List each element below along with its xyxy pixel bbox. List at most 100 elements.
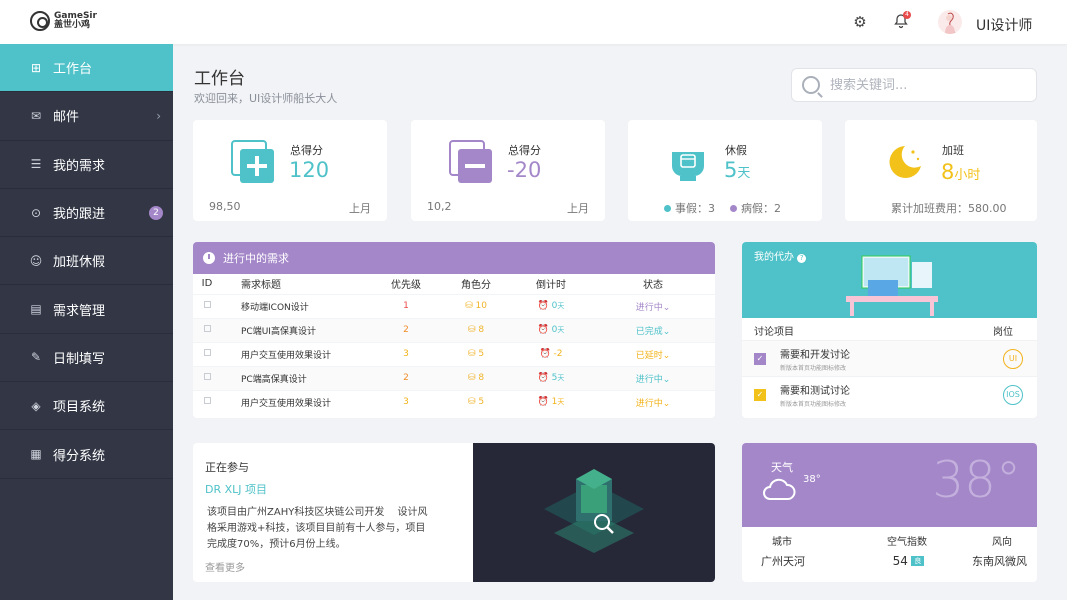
sidebar-item-2[interactable]: ☰ 我的需求 [0, 141, 173, 189]
table-row[interactable]: 用户交互使用效果设计 3 ⛁ 5 ⏰ -2 已延时⌄ [193, 341, 715, 366]
user-search-icon: ☺ [29, 253, 43, 268]
username[interactable]: UI设计师 [976, 15, 1032, 35]
sidebar-item-label: 我的跟进 [53, 207, 106, 223]
col-wind: 风向 [992, 537, 1012, 548]
row-checkbox[interactable] [193, 365, 221, 390]
delegate-columns: 讨论项目 岗位 [742, 318, 1037, 340]
clock-icon [203, 252, 215, 264]
row-countdown: ⏰ 0天 [511, 317, 591, 342]
row-status[interactable]: 进行中⌄ [591, 389, 715, 414]
row-status[interactable]: 进行中⌄ [591, 365, 715, 390]
search-box[interactable] [791, 68, 1037, 102]
chevron-down-icon: ⌄ [662, 374, 671, 385]
weather-label: 天气 [771, 461, 793, 474]
coin-icon: ⛁ [465, 301, 473, 311]
row-countdown: ⏰ 1天 [511, 389, 591, 414]
sidebar-item-label: 我的需求 [53, 158, 106, 174]
coin-icon: ⛁ [467, 397, 476, 408]
plus-square-icon [231, 140, 274, 183]
stat-previous: 10,2 [427, 200, 452, 213]
row-priority: 3 [371, 389, 441, 414]
search-icon [802, 76, 820, 94]
demands-header: 进行中的需求 [193, 242, 715, 274]
sidebar-item-4[interactable]: ☺ 加班休假 [0, 237, 173, 286]
sidebar-item-3[interactable]: ⊙ 我的跟进 2 [0, 189, 173, 238]
chevron-right-icon: › [156, 108, 161, 123]
col-score: 角色分 [461, 280, 491, 292]
project-link[interactable]: DR XLJ 项目 [205, 481, 267, 497]
coin-icon: ⛁ [467, 349, 476, 359]
delegate-item[interactable]: ✓ 需要和测试讨论 新版本首页功能图标修改 IOS [742, 376, 1037, 412]
project-description: 该项目由广州ZAHY科技区块链公司开发 设计风格采用游戏+科技，该项目目前有十人… [207, 507, 428, 550]
gear-icon[interactable]: ⚙ [851, 13, 869, 31]
row-checkbox[interactable] [193, 293, 221, 318]
grid-icon: ⊞ [30, 60, 42, 75]
row-priority: 2 [371, 317, 441, 342]
alarm-icon: ⏰ [537, 301, 549, 311]
stat-label: 加班 [942, 144, 964, 157]
sidebar-item-1[interactable]: ✉ 邮件 › [0, 92, 173, 141]
row-status[interactable]: 已完成⌄ [591, 317, 715, 342]
row-checkbox[interactable] [193, 341, 221, 366]
project-heading: 正在参与 [205, 461, 249, 474]
delegate-item-desc: 新版本首页功能图标修改 [780, 364, 847, 372]
stat-card-overtime[interactable]: 加班 8小时 累计加班费用：580.00 [845, 120, 1037, 221]
logo-icon [30, 11, 50, 31]
row-priority: 3 [371, 341, 441, 366]
coin-icon: ⛁ [467, 325, 476, 335]
top-bar: GameSir 盖世小鸡 ⚙ 4 UI设计师 [0, 0, 1067, 44]
row-status[interactable]: 进行中⌄ [591, 293, 715, 318]
chevron-down-icon: ⌄ [662, 302, 671, 313]
overtime-pay: 累计加班费用：580.00 [891, 202, 1007, 215]
table-row[interactable]: PC端UI高保真设计 2 ⛁ 8 ⏰ 0天 已完成⌄ [193, 317, 715, 342]
view-more-link[interactable]: 查看更多 [205, 559, 245, 574]
avatar[interactable] [938, 10, 962, 34]
chevron-down-icon: ⌄ [662, 350, 671, 361]
row-checkbox[interactable] [193, 389, 221, 414]
delegate-list: ✓ 需要和开发讨论 新版本首页功能图标修改 UI ✓ 需要和测试讨论 新版本首页功能图标修改… [742, 340, 1037, 412]
logo[interactable]: GameSir 盖世小鸡 [30, 11, 97, 31]
sidebar-item-6[interactable]: ✎ 日制填写 [0, 334, 173, 383]
help-icon[interactable]: ? [797, 254, 807, 263]
stat-card-leave[interactable]: 休假 5天 事假：3 病假：2 [628, 120, 822, 221]
sidebar-item-label: 邮件 [53, 110, 80, 126]
edit-icon: ✎ [30, 350, 42, 365]
sidebar-item-label: 加班休假 [53, 255, 106, 271]
weather-panel: 天气 38° 38° 城市 空气指数 风向 广州天河 54 良 东南风微风 [742, 443, 1037, 582]
row-priority: 1 [371, 293, 441, 318]
col-project: 讨论项目 [754, 327, 794, 338]
stat-value: -20 [507, 158, 542, 182]
search-input[interactable] [830, 77, 1020, 93]
col-priority: 优先级 [391, 280, 421, 292]
role-badge: IOS [1003, 384, 1023, 405]
stat-card-score[interactable]: 总得分 120 98,50 上月 [193, 120, 387, 221]
bell-icon[interactable]: 4 [892, 11, 911, 31]
project-illustration [473, 443, 715, 582]
table-row[interactable]: 移动端ICON设计 1 ⛁ 10 ⏰ 0天 进行中⌄ [193, 293, 715, 318]
delegate-checkbox[interactable]: ✓ [754, 352, 766, 365]
stat-value: 8小时 [941, 160, 980, 184]
sidebar-item-8[interactable]: ▦ 得分系统 [0, 430, 173, 479]
stat-card-deduction[interactable]: 总得分 -20 10,2 上月 [411, 120, 605, 221]
delegate-item[interactable]: ✓ 需要和开发讨论 新版本首页功能图标修改 UI [742, 340, 1037, 376]
col-countdown: 倒计时 [536, 280, 566, 292]
page-subtitle: 欢迎回来，UI设计师船长大人 [194, 92, 338, 105]
sidebar-item-5[interactable]: ▤ 需求管理 [0, 285, 173, 334]
sidebar: ⊞ 工作台 ✉ 邮件 › ☰ 我的需求 ⊙ 我的跟进 2 ☺ 加班休假 ▤ 需求管理 ✎ 日制填写 ◈ 项目系统 ▦… [0, 44, 173, 600]
sidebar-item-0[interactable]: ⊞ 工作台 [0, 44, 173, 93]
weather-header: 天气 38° 38° [742, 443, 1037, 527]
row-title: 用户交互使用效果设计 [221, 341, 371, 366]
mail-icon: ✉ [30, 108, 42, 123]
row-checkbox[interactable] [193, 317, 221, 342]
sidebar-item-label: 日制填写 [53, 351, 106, 367]
alarm-icon: ⏰ [537, 325, 549, 335]
delegate-illustration: 我的代办 ? [742, 242, 1037, 318]
col-city: 城市 [772, 537, 792, 548]
sidebar-item-label: 得分系统 [53, 448, 106, 464]
table-row[interactable]: PC端高保真设计 2 ⛁ 8 ⏰ 5天 进行中⌄ [193, 365, 715, 390]
table-row[interactable]: 用户交互使用效果设计 3 ⛁ 5 ⏰ 1天 进行中⌄ [193, 389, 715, 414]
row-status[interactable]: 已延时⌄ [591, 341, 715, 366]
delegate-checkbox[interactable]: ✓ [754, 388, 766, 401]
sidebar-item-7[interactable]: ◈ 项目系统 [0, 382, 173, 431]
project-panel: 正在参与 DR XLJ 项目 该项目由广州ZAHY科技区块链公司开发 设计风格采… [193, 443, 715, 582]
